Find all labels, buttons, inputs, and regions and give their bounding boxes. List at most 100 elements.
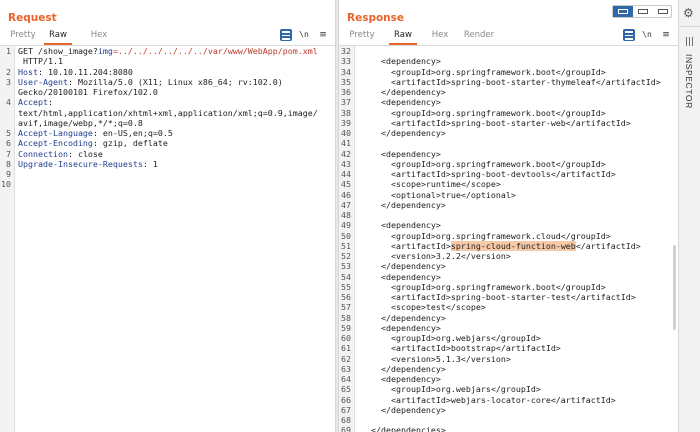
code-line[interactable]: <scope>test</scope> xyxy=(361,302,678,312)
line-number: 37 xyxy=(341,97,351,108)
code-line[interactable]: </dependency> xyxy=(361,313,678,323)
code-line[interactable]: <dependency> xyxy=(361,272,678,282)
code-line[interactable]: <artifactId>webjars-locator-core</artifa… xyxy=(361,395,678,405)
line-number: 6 xyxy=(6,138,11,149)
wrap-lines-icon[interactable] xyxy=(623,29,635,41)
code-line[interactable] xyxy=(18,179,335,189)
line-number: 53 xyxy=(341,261,351,272)
code-line[interactable]: </dependencies> xyxy=(361,425,678,432)
layout-toggle xyxy=(612,5,672,18)
code-line[interactable]: <dependency> xyxy=(361,149,678,159)
line-number: 59 xyxy=(341,322,351,333)
code-text: : Mozilla/5.0 (X11; Linux x86_64; rv:102… xyxy=(67,76,283,87)
line-number xyxy=(0,108,14,118)
code-line[interactable]: GET /show_image?img=../../../../../../va… xyxy=(18,46,335,56)
code-text: </dependency> xyxy=(361,404,446,415)
request-editor[interactable]: 1 23 4 5 6 7 8 9 10 GET /show_image?img=../..… xyxy=(0,46,335,432)
code-line[interactable]: Accept: xyxy=(18,97,335,107)
layout-side-by-side-icon[interactable] xyxy=(613,6,633,17)
line-number: 69 xyxy=(341,425,351,432)
code-text: <scope>runtime</scope> xyxy=(361,179,501,190)
code-line[interactable]: <groupId>org.springframework.boot</group… xyxy=(361,282,678,292)
wrap-lines-icon[interactable] xyxy=(280,29,292,41)
code-line[interactable]: <artifactId>spring-boot-starter-test</ar… xyxy=(361,292,678,302)
code-line[interactable]: <artifactId>bootstrap</artifactId> xyxy=(361,343,678,353)
line-number: 39 xyxy=(341,117,351,128)
gear-icon[interactable]: ⚙ xyxy=(683,6,694,20)
code-line[interactable]: </dependency> xyxy=(361,405,678,415)
code-line[interactable]: User-Agent: Mozilla/5.0 (X11; Linux x86_… xyxy=(18,77,335,87)
layout-tabbed-icon[interactable] xyxy=(653,6,673,17)
code-line[interactable]: <groupId>org.webjars</groupId> xyxy=(361,384,678,394)
code-line[interactable]: avif,image/webp,*/*;q=0.8 xyxy=(18,118,335,128)
code-line[interactable]: Host: 10.10.11.204:8080 xyxy=(18,67,335,77)
code-line[interactable] xyxy=(361,210,678,220)
code-line[interactable]: <groupId>org.springframework.boot</group… xyxy=(361,159,678,169)
code-line[interactable] xyxy=(18,169,335,179)
line-number: 61 xyxy=(341,343,351,354)
code-line[interactable]: </dependency> xyxy=(361,87,678,97)
code-line[interactable] xyxy=(361,415,678,425)
code-line[interactable]: </dependency> xyxy=(361,200,678,210)
request-menu-icon[interactable]: ≡ xyxy=(317,29,329,41)
code-line[interactable] xyxy=(361,46,678,56)
tab-request-raw[interactable]: Raw xyxy=(44,29,72,45)
code-line[interactable]: Upgrade-Insecure-Requests: 1 xyxy=(18,159,335,169)
code-text: <scope>test</scope> xyxy=(361,302,486,313)
layout-stacked-icon[interactable] xyxy=(633,6,653,17)
response-code[interactable]: <dependency> <groupId>org.springframewor… xyxy=(361,46,678,432)
code-line[interactable]: <dependency> xyxy=(361,374,678,384)
code-line[interactable]: </dependency> xyxy=(361,261,678,271)
line-number: 48 xyxy=(341,210,351,220)
code-text: Gecko/20100101 Firefox/102.0 xyxy=(18,87,158,97)
request-code[interactable]: GET /show_image?img=../../../../../../va… xyxy=(18,46,335,190)
code-text: </dependency> xyxy=(361,363,446,374)
tab-response-render[interactable]: Render xyxy=(463,29,495,45)
tab-response-hex[interactable]: Hex xyxy=(427,29,453,45)
code-line[interactable]: <artifactId>spring-cloud-function-web</a… xyxy=(361,240,678,251)
line-number: 67 xyxy=(341,404,351,415)
code-line[interactable]: </dependency> xyxy=(361,128,678,138)
show-newlines-icon[interactable]: \n xyxy=(298,29,310,41)
inspector-tab[interactable]: INSPECTOR xyxy=(684,54,694,109)
code-text: <artifactId>webjars-locator-core</artifa… xyxy=(361,394,616,405)
show-newlines-icon[interactable]: \n xyxy=(641,29,653,41)
code-line[interactable]: </dependency> xyxy=(361,364,678,374)
code-line[interactable]: <artifactId>spring-boot-starter-thymelea… xyxy=(361,77,678,87)
bars-icon[interactable]: ||| xyxy=(685,37,694,47)
code-line[interactable]: <scope>runtime</scope> xyxy=(361,179,678,189)
code-line[interactable]: <artifactId>spring-boot-starter-web</art… xyxy=(361,118,678,128)
tab-request-pretty[interactable]: Pretty xyxy=(10,29,36,45)
code-line[interactable]: <groupId>org.webjars</groupId> xyxy=(361,333,678,343)
response-editor[interactable]: 32 33 34 35 36 37 38 39 40 41 42 43 44 45 46 47 48 49 50 51… xyxy=(339,46,678,432)
code-line[interactable]: <artifactId>spring-boot-devtools</artifa… xyxy=(361,169,678,179)
code-line[interactable]: <dependency> xyxy=(361,323,678,333)
code-line[interactable]: Accept-Encoding: gzip, deflate xyxy=(18,138,335,148)
code-line[interactable]: <dependency> xyxy=(361,56,678,66)
code-line[interactable]: text/html,application/xhtml+xml,applicat… xyxy=(18,108,335,118)
code-line[interactable]: <groupId>org.springframework.cloud</grou… xyxy=(361,231,678,241)
line-number: 38 xyxy=(341,107,351,118)
code-line[interactable]: <optional>true</optional> xyxy=(361,190,678,200)
response-menu-icon[interactable]: ≡ xyxy=(660,29,672,41)
code-line[interactable]: <dependency> xyxy=(361,220,678,230)
code-line[interactable]: <groupId>org.springframework.boot</group… xyxy=(361,108,678,118)
response-scrollbar[interactable] xyxy=(673,245,676,330)
code-line[interactable]: Gecko/20100101 Firefox/102.0 xyxy=(18,87,335,97)
code-line[interactable]: Connection: close xyxy=(18,149,335,159)
tab-request-hex[interactable]: Hex xyxy=(86,29,112,45)
response-line-numbers: 32 33 34 35 36 37 38 39 40 41 42 43 44 45 46 47 48 49 50 51… xyxy=(339,46,355,432)
tab-response-pretty[interactable]: Pretty xyxy=(349,29,375,45)
code-line[interactable]: <dependency> xyxy=(361,97,678,107)
code-line[interactable]: Accept-Language: en-US,en;q=0.5 xyxy=(18,128,335,138)
search-highlight: spring-cloud-function-web xyxy=(450,240,576,251)
code-text: <groupId>org.springframework.boot</group… xyxy=(361,158,606,169)
code-line[interactable]: <version>3.2.2</version> xyxy=(361,251,678,261)
code-line[interactable]: HTTP/1.1 xyxy=(18,56,335,66)
code-line[interactable] xyxy=(361,138,678,148)
line-number: 43 xyxy=(341,158,351,169)
code-line[interactable]: <groupId>org.springframework.boot</group… xyxy=(361,67,678,77)
code-text: </dependencies> xyxy=(361,425,446,432)
code-line[interactable]: <version>5.1.3</version> xyxy=(361,354,678,364)
tab-response-raw[interactable]: Raw xyxy=(389,29,417,45)
